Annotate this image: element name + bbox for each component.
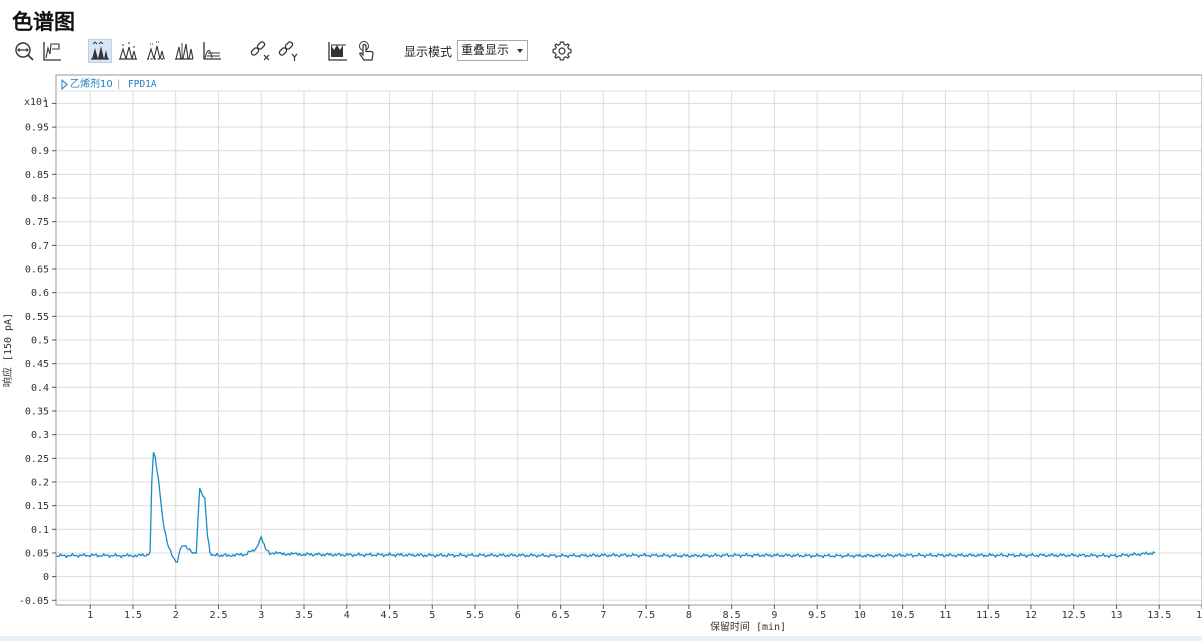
x-tick-label: 8.5 — [723, 610, 741, 621]
x-tick-label: 3.5 — [295, 610, 313, 621]
peaks-labeled-button[interactable] — [116, 39, 140, 63]
x-tick-label: 12 — [1025, 610, 1037, 621]
chromatogram-trace — [55, 451, 1156, 563]
y-tick-label: 0.85 — [25, 170, 49, 181]
y-tick-label: 0.25 — [25, 454, 49, 465]
page-title: 色谱图 — [12, 10, 75, 34]
link-y-button[interactable] — [276, 39, 300, 63]
y-tick-label: 0.55 — [25, 312, 49, 323]
chromatogram-chart: 乙烯剂10 | FPD1A x10² 1 1.5 2 2.5 3 3.5 4 4.5 5 5.5 6… — [0, 70, 1202, 641]
legend-detector-name: FPD1A — [128, 79, 157, 90]
y-tick-label: 0.2 — [31, 477, 49, 488]
x-tick-label: 12.5 — [1062, 610, 1086, 621]
hand-pointer-icon — [359, 41, 374, 61]
y-axis-ticks: 1 0.95 0.9 0.85 0.8 0.75 0.7 0.65 0.6 0.55 0.5 0.45… — [19, 99, 56, 607]
y-tick-label: 0.45 — [25, 359, 49, 370]
x-tick-label: 7 — [600, 610, 606, 621]
x-tick-label: 6.5 — [552, 610, 570, 621]
chart-toolbar: 显示模式 重叠显示 — [10, 38, 1200, 64]
peaks-filled-button[interactable] — [88, 39, 112, 63]
y-tick-label: 0.7 — [31, 241, 49, 252]
x-tick-label: 5.5 — [466, 610, 484, 621]
legend-sample-name: 乙烯剂10 — [70, 77, 113, 90]
link-x-button[interactable] — [248, 39, 272, 63]
peaks-filled-icon — [91, 41, 109, 60]
x-tick-label: 3 — [258, 610, 264, 621]
x-tick-label: 2.5 — [209, 610, 227, 621]
link-y-icon — [278, 41, 298, 61]
x-tick-label: 4 — [344, 610, 350, 621]
legend-separator: | — [117, 79, 120, 90]
y-tick-label: 0 — [43, 572, 49, 583]
baseline-icon — [43, 42, 61, 61]
peaks-stacked-icon — [203, 42, 221, 60]
integration-button[interactable] — [326, 39, 350, 63]
peaks-labeled-icon — [119, 42, 137, 60]
y-tick-label: 0.4 — [31, 383, 49, 394]
y-tick-label: 0.95 — [25, 123, 49, 134]
x-tick-label: 1 — [87, 610, 93, 621]
legend-triangle-icon — [61, 78, 68, 91]
x-tick-label: 13.5 — [1147, 610, 1171, 621]
x-tick-label: 10.5 — [891, 610, 915, 621]
x-tick-label: 6 — [515, 610, 521, 621]
y-tick-label: 0.1 — [31, 525, 49, 536]
peaks-stacked-button[interactable] — [200, 39, 224, 63]
link-x-icon — [250, 41, 270, 61]
y-tick-label: 0.15 — [25, 501, 49, 512]
legend: 乙烯剂10 | FPD1A — [61, 77, 157, 91]
y-tick-label: 0.65 — [25, 265, 49, 276]
y-tick-label: 0.8 — [31, 194, 49, 205]
x-tick-label: 7.5 — [637, 610, 655, 621]
peaks-split-button[interactable] — [172, 39, 196, 63]
y-tick-label: 0.6 — [31, 288, 49, 299]
x-axis-ticks: 1 1.5 2 2.5 3 3.5 4 4.5 5 5.5 6 6.5 7 7.5 8 8.5 9 9.5 10 10… — [87, 605, 1202, 621]
x-tick-label: 14 — [1196, 610, 1202, 621]
status-strip — [0, 636, 1202, 641]
y-tick-label: 0.5 — [31, 336, 49, 347]
settings-button[interactable] — [550, 39, 574, 63]
y-tick-label: 0.35 — [25, 406, 49, 417]
x-tick-label: 5 — [429, 610, 435, 621]
zoom-horizontal-icon — [15, 42, 34, 61]
x-tick-label: 11.5 — [976, 610, 1000, 621]
peaks-dashed-button[interactable] — [144, 39, 168, 63]
display-mode-label: 显示模式 — [404, 45, 453, 59]
x-tick-label: 8 — [686, 610, 692, 621]
x-tick-label: 9 — [771, 610, 777, 621]
y-tick-label: -0.05 — [19, 596, 49, 607]
gear-icon — [552, 41, 572, 61]
y-tick-label: 0.05 — [25, 548, 49, 559]
x-tick-label: 4.5 — [381, 610, 399, 621]
y-tick-label: 0.9 — [31, 146, 49, 157]
x-tick-label: 9.5 — [808, 610, 826, 621]
display-mode-value: 重叠显示 — [461, 43, 510, 57]
y-tick-label: 1 — [43, 99, 49, 110]
zoom-horizontal-button[interactable] — [12, 39, 36, 63]
hand-pointer-button[interactable] — [354, 39, 378, 63]
y-tick-label: 0.75 — [25, 217, 49, 228]
display-mode-select[interactable]: 重叠显示 — [457, 40, 528, 61]
x-tick-label: 10 — [854, 610, 866, 621]
baseline-button[interactable] — [40, 39, 64, 63]
chevron-down-icon — [517, 49, 523, 53]
peaks-dashed-icon — [147, 41, 165, 60]
x-tick-label: 2 — [173, 610, 179, 621]
grid-layer — [56, 91, 1202, 605]
x-tick-label: 13 — [1110, 610, 1122, 621]
x-tick-label: 11 — [939, 610, 951, 621]
chromatogram-svg: 乙烯剂10 | FPD1A x10² 1 1.5 2 2.5 3 3.5 4 4.5 5 5.5 6… — [1, 74, 1202, 633]
y-tick-label: 0.3 — [31, 430, 49, 441]
integration-icon — [328, 42, 347, 61]
x-axis-label: 保留时间 [min] — [710, 620, 786, 633]
y-axis-label: 响应 [150 pA] — [1, 313, 14, 387]
peaks-split-icon — [175, 43, 194, 60]
x-tick-label: 1.5 — [124, 610, 142, 621]
